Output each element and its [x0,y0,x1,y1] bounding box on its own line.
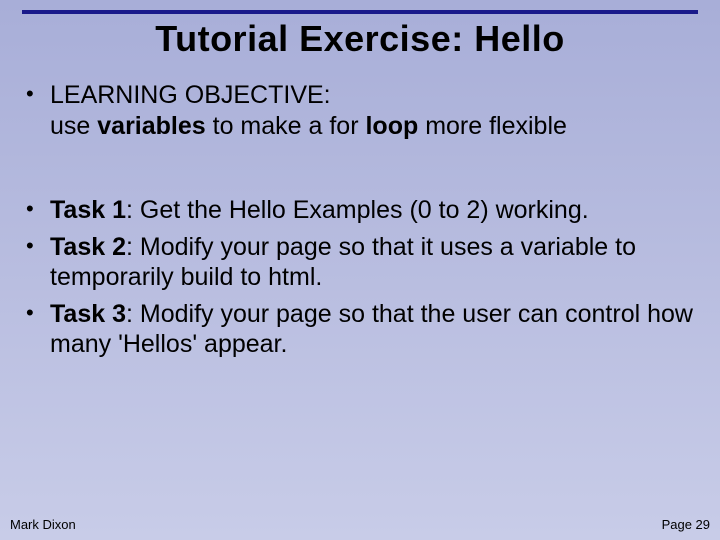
objective-label: LEARNING OBJECTIVE: [50,81,331,109]
bullet-dot-icon: • [26,80,50,141]
slide-content: • LEARNING OBJECTIVE: use variables to m… [26,80,694,366]
objective-post: more flexible [418,112,567,140]
task-bullet: • Task 2: Modify your page so that it us… [26,232,694,293]
task-label: Task 3 [50,300,126,328]
footer-author: Mark Dixon [10,517,76,532]
title-rule [22,10,698,14]
task-text: Task 3: Modify your page so that the use… [50,299,694,360]
footer-page: Page 29 [662,517,710,532]
objective-bold2: loop [365,112,418,140]
task-bullet: • Task 3: Modify your page so that the u… [26,299,694,360]
task-body: : Get the Hello Examples (0 to 2) workin… [126,196,589,224]
objective-mid: to make a for [206,112,366,140]
objective-pre: use [50,112,97,140]
spacer [26,147,694,195]
bullet-dot-icon: • [26,299,50,360]
task-label: Task 2 [50,233,126,261]
task-bullet: • Task 1: Get the Hello Examples (0 to 2… [26,195,694,226]
bullet-dot-icon: • [26,232,50,293]
objective-bold1: variables [97,112,205,140]
task-body: : Modify your page so that the user can … [50,300,693,359]
task-label: Task 1 [50,196,126,224]
objective-bullet: • LEARNING OBJECTIVE: use variables to m… [26,80,694,141]
task-body: : Modify your page so that it uses a var… [50,233,636,292]
slide-title: Tutorial Exercise: Hello [0,18,720,60]
task-text: Task 1: Get the Hello Examples (0 to 2) … [50,195,694,226]
bullet-dot-icon: • [26,195,50,226]
objective-text: LEARNING OBJECTIVE: use variables to mak… [50,80,694,141]
task-text: Task 2: Modify your page so that it uses… [50,232,694,293]
